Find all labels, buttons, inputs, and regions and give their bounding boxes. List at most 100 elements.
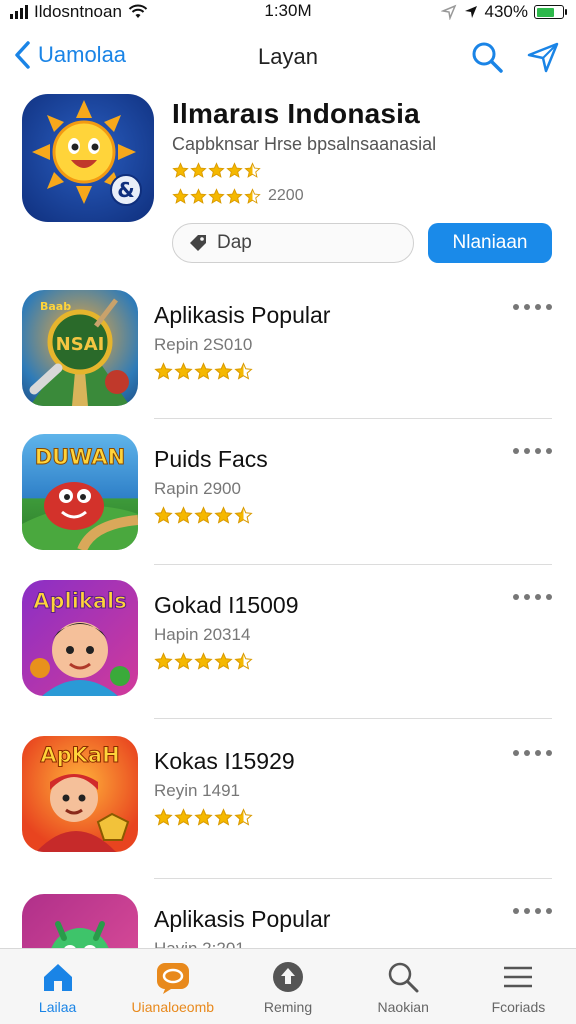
app-name: Aplikasis Popular bbox=[154, 302, 331, 328]
app-name: Puids Facs bbox=[154, 446, 268, 472]
star-half-icon bbox=[234, 362, 253, 380]
star-half-icon bbox=[244, 162, 261, 178]
star-full-icon bbox=[194, 506, 213, 524]
status-right: 430% bbox=[440, 2, 567, 22]
red-hero-game-icon: ApKaH bbox=[22, 736, 138, 852]
tab-label: Lailaa bbox=[38, 999, 77, 1015]
status-bar: Ildosntnoan 1:30M 430% bbox=[0, 0, 576, 26]
star-full-icon bbox=[174, 652, 193, 670]
app-icon-text: Aplikals bbox=[33, 589, 127, 613]
tab-home[interactable]: Lailaa bbox=[0, 949, 115, 1024]
star-full-icon bbox=[172, 162, 189, 178]
app-name: Kokas I15929 bbox=[154, 748, 295, 774]
app-meta: Hapin 20314 bbox=[154, 625, 251, 644]
more-options-button[interactable] bbox=[513, 448, 552, 454]
battery-percent: 430% bbox=[484, 2, 528, 21]
featured-app-card: & Ilmaraıs Indonasia Capbknsar Hrse bpsa… bbox=[22, 94, 556, 274]
tab-label: Uianaloeomb bbox=[131, 999, 215, 1015]
search-icon[interactable] bbox=[470, 40, 504, 74]
app-rating-stars bbox=[154, 808, 253, 827]
app-rating-stars bbox=[154, 652, 253, 671]
get-button[interactable]: Nlaniaan bbox=[428, 223, 552, 263]
more-options-button[interactable] bbox=[513, 908, 552, 914]
medal-game-icon: NSAI Baab bbox=[22, 290, 138, 406]
star-half-icon bbox=[244, 187, 261, 204]
star-full-icon bbox=[174, 506, 193, 524]
featured-rating-count: 2200 bbox=[268, 187, 304, 204]
red-creature-game-icon: DUWAN bbox=[22, 434, 138, 550]
tab-messages[interactable]: Uianaloeomb bbox=[115, 949, 230, 1024]
divider bbox=[154, 718, 552, 719]
star-full-icon bbox=[214, 506, 233, 524]
star-full-icon bbox=[194, 808, 213, 826]
list-item[interactable]: ApKaH Kokas I15929 Reyin 1491 bbox=[0, 736, 576, 882]
star-half-icon bbox=[234, 652, 253, 670]
star-full-icon bbox=[190, 162, 207, 178]
star-full-icon bbox=[174, 362, 193, 380]
svg-text:&: & bbox=[117, 178, 134, 202]
app-meta: Repin 2S010 bbox=[154, 335, 253, 354]
star-full-icon bbox=[208, 162, 225, 178]
nav-actions bbox=[470, 40, 560, 74]
featured-search-value: Dap bbox=[217, 232, 252, 253]
star-full-icon bbox=[174, 808, 193, 826]
tab-label: Reming bbox=[263, 999, 313, 1015]
share-icon[interactable] bbox=[526, 40, 560, 74]
featured-search-field[interactable]: Dap bbox=[172, 223, 414, 263]
tab-updates[interactable]: Reming bbox=[230, 949, 345, 1024]
location-arrow-icon bbox=[440, 4, 456, 20]
featured-rating-stars-secondary: 2200 bbox=[172, 187, 304, 205]
star-full-icon bbox=[214, 362, 233, 380]
app-meta: Reyin 1491 bbox=[154, 781, 241, 800]
cartoon-boy-game-icon: Aplikals bbox=[22, 580, 138, 696]
tag-icon bbox=[190, 235, 206, 251]
star-full-icon bbox=[154, 506, 173, 524]
featured-rating-stars bbox=[172, 162, 261, 179]
tab-menu[interactable]: Fcoriads bbox=[461, 949, 576, 1024]
list-item[interactable]: DUWAN Puids Facs Rapin 2900 bbox=[0, 434, 576, 580]
navigation-bar: Uamolaa Layan bbox=[0, 30, 576, 86]
featured-app-subtitle: Capbknsar Hrse bpsalnsaanasial bbox=[172, 134, 437, 154]
battery-icon bbox=[534, 5, 567, 19]
list-item[interactable]: NSAI Baab Aplikasis Popular Repin 2S010 bbox=[0, 290, 576, 436]
app-icon-text: DUWAN bbox=[35, 445, 126, 469]
app-name: Gokad I15009 bbox=[154, 592, 299, 618]
star-full-icon bbox=[154, 652, 173, 670]
star-full-icon bbox=[214, 808, 233, 826]
chat-bubble-icon bbox=[156, 963, 189, 994]
star-half-icon bbox=[234, 808, 253, 826]
upload-circle-icon bbox=[273, 962, 303, 992]
search-icon bbox=[388, 962, 419, 993]
app-icon-text: NSAI bbox=[56, 334, 105, 355]
star-full-icon bbox=[194, 362, 213, 380]
app-name: Aplikasis Popular bbox=[154, 906, 331, 932]
star-full-icon bbox=[154, 362, 173, 380]
tab-bar: Lailaa Uianaloeomb Reming Naokian Fcoria… bbox=[0, 948, 576, 1024]
star-full-icon bbox=[190, 187, 207, 204]
list-item[interactable]: Aplikals Gokad I15009 Hapin 20314 bbox=[0, 580, 576, 726]
more-options-button[interactable] bbox=[513, 750, 552, 756]
more-options-button[interactable] bbox=[513, 304, 552, 310]
divider bbox=[154, 564, 552, 565]
star-full-icon bbox=[194, 652, 213, 670]
sun-mascot-app-icon[interactable]: & bbox=[22, 94, 154, 222]
star-full-icon bbox=[154, 808, 173, 826]
featured-app-title: Ilmaraıs Indonasia bbox=[172, 98, 420, 129]
star-full-icon bbox=[208, 187, 225, 204]
divider bbox=[154, 418, 552, 419]
tab-search[interactable]: Naokian bbox=[346, 949, 461, 1024]
menu-icon bbox=[504, 966, 533, 988]
tab-label: Fcoriads bbox=[491, 999, 546, 1015]
more-options-button[interactable] bbox=[513, 594, 552, 600]
star-full-icon bbox=[226, 162, 243, 178]
app-rating-stars bbox=[154, 506, 253, 525]
app-icon-text: ApKaH bbox=[40, 743, 119, 767]
star-full-icon bbox=[226, 187, 243, 204]
star-full-icon bbox=[214, 652, 233, 670]
navigation-icon bbox=[464, 6, 477, 18]
divider bbox=[154, 878, 552, 879]
app-rating-stars bbox=[154, 362, 253, 381]
svg-text:Baab: Baab bbox=[40, 300, 71, 313]
star-full-icon bbox=[172, 187, 189, 204]
app-meta: Rapin 2900 bbox=[154, 479, 241, 498]
